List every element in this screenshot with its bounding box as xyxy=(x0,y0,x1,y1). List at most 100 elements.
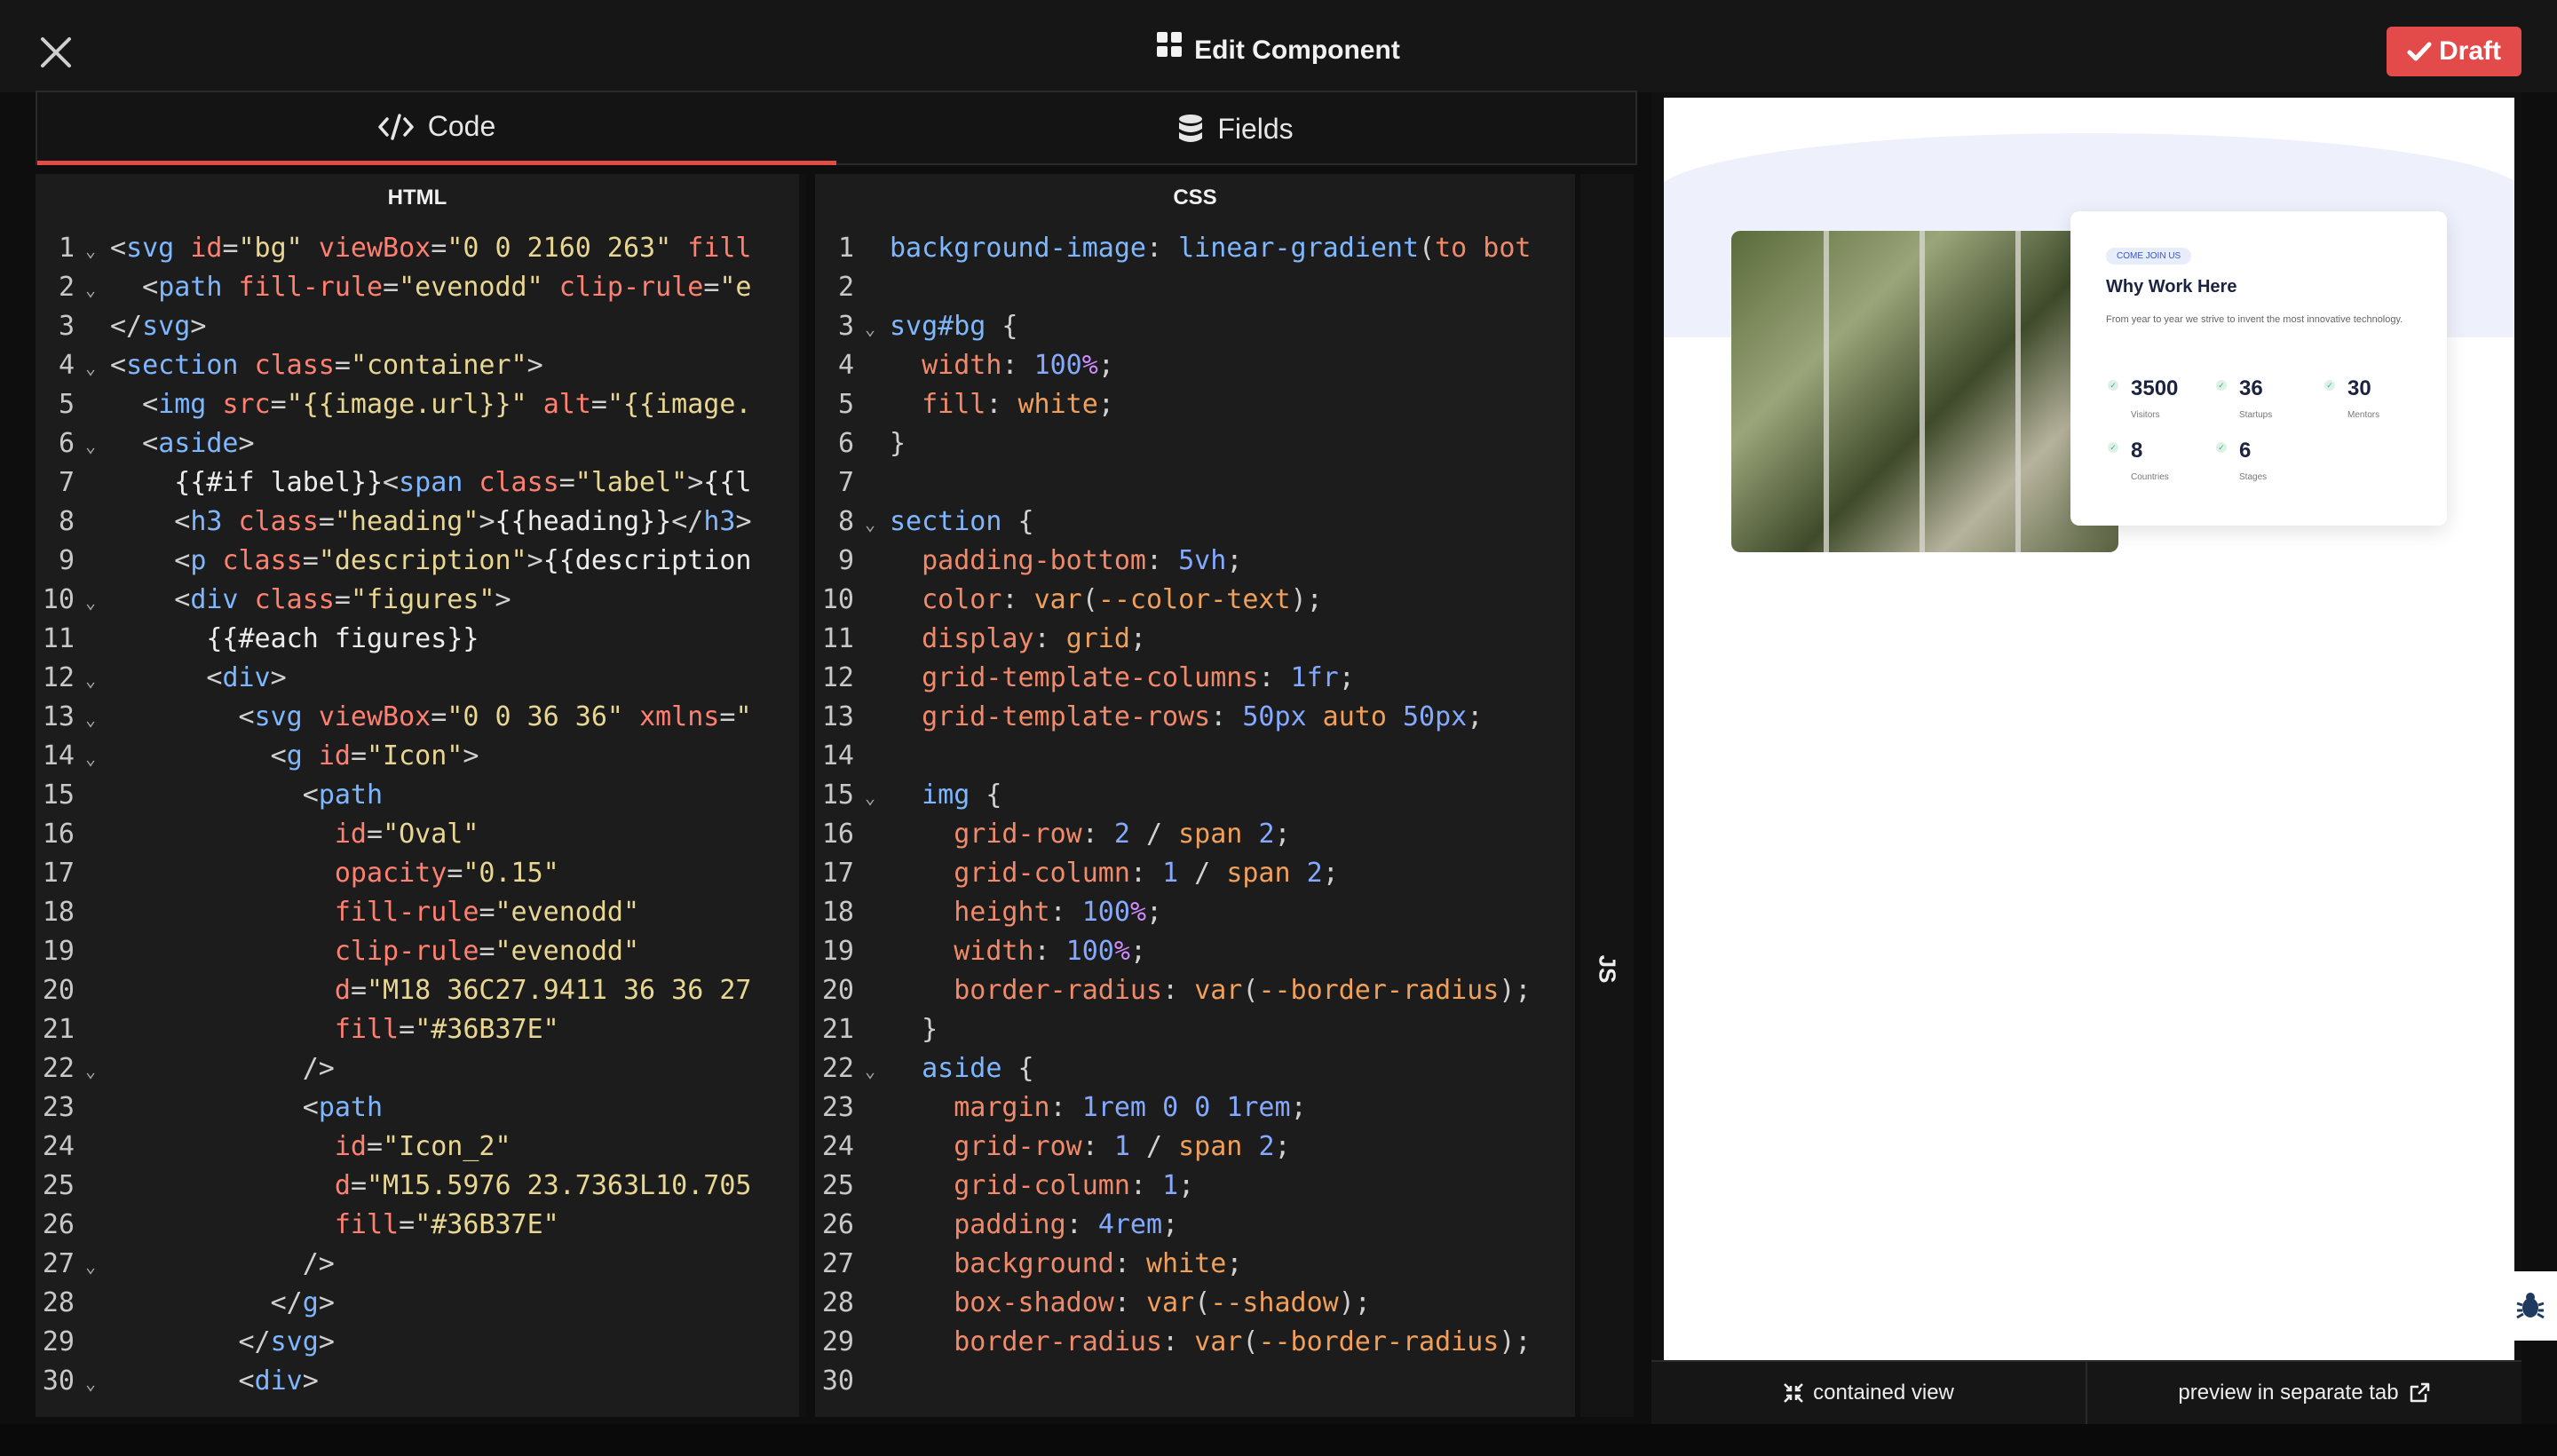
contained-view-label: contained view xyxy=(1813,1381,1954,1405)
code-line[interactable]: color: var(--color-text); xyxy=(890,581,1323,620)
code-line[interactable]: section { xyxy=(890,502,1034,542)
code-line[interactable]: aside { xyxy=(890,1049,1033,1088)
tab-fields[interactable]: Fields xyxy=(836,92,1635,165)
fold-chevron-icon[interactable]: ⌄ xyxy=(865,778,883,817)
fold-chevron-icon[interactable]: ⌄ xyxy=(85,426,103,465)
code-line[interactable]: grid-column: 1; xyxy=(890,1167,1194,1206)
code-line[interactable]: <p class="description">{{description xyxy=(110,542,751,581)
code-line[interactable]: <g id="Icon"> xyxy=(110,737,479,776)
code-line[interactable]: fill-rule="evenodd" xyxy=(110,893,639,932)
tab-code[interactable]: Code xyxy=(37,92,836,165)
preview-separate-tab-button[interactable]: preview in separate tab xyxy=(2086,1362,2521,1424)
code-line[interactable]: grid-template-columns: 1fr; xyxy=(890,659,1355,698)
code-line[interactable]: border-radius: var(--border-radius); xyxy=(890,971,1531,1010)
fold-chevron-icon[interactable]: ⌄ xyxy=(85,231,103,270)
code-line[interactable]: } xyxy=(890,424,906,463)
code-line[interactable]: img { xyxy=(890,776,1001,815)
code-line[interactable]: margin: 1rem 0 0 1rem; xyxy=(890,1088,1306,1128)
fold-chevron-icon[interactable]: ⌄ xyxy=(85,1246,103,1286)
css-code-area[interactable]: 1 background-image: linear-gradient(to bo… xyxy=(815,229,1575,1417)
code-line[interactable]: <path xyxy=(110,1088,383,1128)
code-token: : xyxy=(1049,897,1082,928)
code-line[interactable]: </svg> xyxy=(110,1323,335,1362)
code-token: grid-column xyxy=(954,858,1130,889)
code-line[interactable]: width: 100%; xyxy=(890,346,1114,385)
code-line[interactable]: {{#if label}}<span class="label">{{l xyxy=(110,463,751,502)
code-line[interactable]: </svg> xyxy=(110,307,206,346)
code-line[interactable]: <aside> xyxy=(110,424,254,463)
code-line[interactable]: fill="#36B37E" xyxy=(110,1206,559,1245)
code-line[interactable]: <div class="figures"> xyxy=(110,581,511,620)
css-editor[interactable]: CSS 1 background-image: linear-gradient(t… xyxy=(815,174,1575,1417)
code-line[interactable]: opacity="0.15" xyxy=(110,854,559,893)
code-line[interactable]: {{#each figures}} xyxy=(110,620,479,659)
draft-button[interactable]: Draft xyxy=(2387,27,2521,76)
fold-chevron-icon[interactable]: ⌄ xyxy=(85,1051,103,1090)
fold-chevron-icon[interactable]: ⌄ xyxy=(85,1364,103,1403)
code-line[interactable]: grid-column: 1 / span 2; xyxy=(890,854,1339,893)
code-line[interactable]: <div> xyxy=(110,659,286,698)
js-pane-collapsed[interactable]: JS xyxy=(1580,174,1634,1417)
code-line[interactable]: grid-row: 2 / span 2; xyxy=(890,815,1290,854)
code-line[interactable]: /> xyxy=(110,1245,335,1284)
code-line[interactable]: background: white; xyxy=(890,1245,1242,1284)
code-line[interactable]: grid-row: 1 / span 2; xyxy=(890,1128,1290,1167)
line-number: 29 xyxy=(42,1326,75,1357)
fold-chevron-icon[interactable]: ⌄ xyxy=(85,700,103,739)
html-code-area[interactable]: 1 ⌄ <svg id="bg" viewBox="0 0 2160 263" fi… xyxy=(36,229,799,1417)
component-grid-icon xyxy=(1157,28,1183,69)
debug-button[interactable] xyxy=(2504,1271,2557,1341)
code-token: "{{image.url}}" xyxy=(286,389,527,420)
code-line[interactable]: box-shadow: var(--shadow); xyxy=(890,1284,1371,1323)
code-line[interactable]: width: 100%; xyxy=(890,932,1146,971)
code-line[interactable]: border-radius: var(--border-radius); xyxy=(890,1323,1531,1362)
code-line[interactable]: background-image: linear-gradient(to bot xyxy=(890,229,1531,268)
code-line[interactable]: <section class="container"> xyxy=(110,346,543,385)
code-line[interactable]: id="Oval" xyxy=(110,815,479,854)
code-line[interactable]: height: 100%; xyxy=(890,893,1162,932)
code-line[interactable]: display: grid; xyxy=(890,620,1146,659)
code-line[interactable]: clip-rule="evenodd" xyxy=(110,932,639,971)
code-token: "evenodd" xyxy=(495,936,640,967)
code-line[interactable]: <path xyxy=(110,776,383,815)
fold-chevron-icon[interactable]: ⌄ xyxy=(865,504,883,543)
code-line[interactable]: id="Icon_2" xyxy=(110,1128,511,1167)
code-line[interactable]: d="M15.5976 23.7363L10.705 xyxy=(110,1167,752,1206)
code-line[interactable]: svg#bg { xyxy=(890,307,1018,346)
preview-label: COME JOIN US xyxy=(2106,248,2192,265)
code-line[interactable]: /> xyxy=(110,1049,335,1088)
code-line[interactable]: <svg id="bg" viewBox="0 0 2160 263" fill xyxy=(110,229,752,268)
code-line[interactable]: <img src="{{image.url}}" alt="{{image. xyxy=(110,385,751,424)
code-line[interactable]: <h3 class="heading">{{heading}}</h3> xyxy=(110,502,751,542)
html-editor[interactable]: HTML 1 ⌄ <svg id="bg" viewBox="0 0 2160 26… xyxy=(36,174,799,1417)
js-pane-title: JS xyxy=(1594,954,1621,984)
code-line[interactable]: d="M18 36C27.9411 36 36 27 xyxy=(110,971,752,1010)
code-line[interactable]: grid-template-rows: 50px auto 50px; xyxy=(890,698,1483,737)
code-line[interactable]: } xyxy=(890,1010,938,1049)
fold-chevron-icon[interactable]: ⌄ xyxy=(85,739,103,778)
code-line[interactable]: fill="#36B37E" xyxy=(110,1010,559,1049)
code-line[interactable]: <div> xyxy=(110,1362,319,1401)
fold-chevron-icon[interactable]: ⌄ xyxy=(865,1051,883,1090)
figure-value: 6 xyxy=(2239,439,2252,463)
code-line[interactable]: fill: white; xyxy=(890,385,1114,424)
fold-chevron-icon[interactable]: ⌄ xyxy=(85,348,103,387)
code-token: = xyxy=(399,1014,416,1045)
fold-chevron-icon[interactable]: ⌄ xyxy=(85,661,103,700)
code-line[interactable]: padding: 4rem; xyxy=(890,1206,1178,1245)
contained-view-button[interactable]: contained view xyxy=(1651,1362,2086,1424)
code-line[interactable]: <svg viewBox="0 0 36 36" xmlns=" xyxy=(110,698,752,737)
code-line[interactable]: padding-bottom: 5vh; xyxy=(890,542,1242,581)
check-icon: ✓ xyxy=(2324,380,2335,391)
fold-chevron-icon[interactable]: ⌄ xyxy=(865,309,883,348)
code-line[interactable]: <path fill-rule="evenodd" clip-rule="e xyxy=(110,268,751,307)
pane-resizer-left[interactable] xyxy=(799,174,806,1417)
fold-chevron-icon[interactable]: ⌄ xyxy=(85,582,103,621)
code-line[interactable]: </g> xyxy=(110,1284,335,1323)
fold-chevron-icon[interactable]: ⌄ xyxy=(85,270,103,309)
